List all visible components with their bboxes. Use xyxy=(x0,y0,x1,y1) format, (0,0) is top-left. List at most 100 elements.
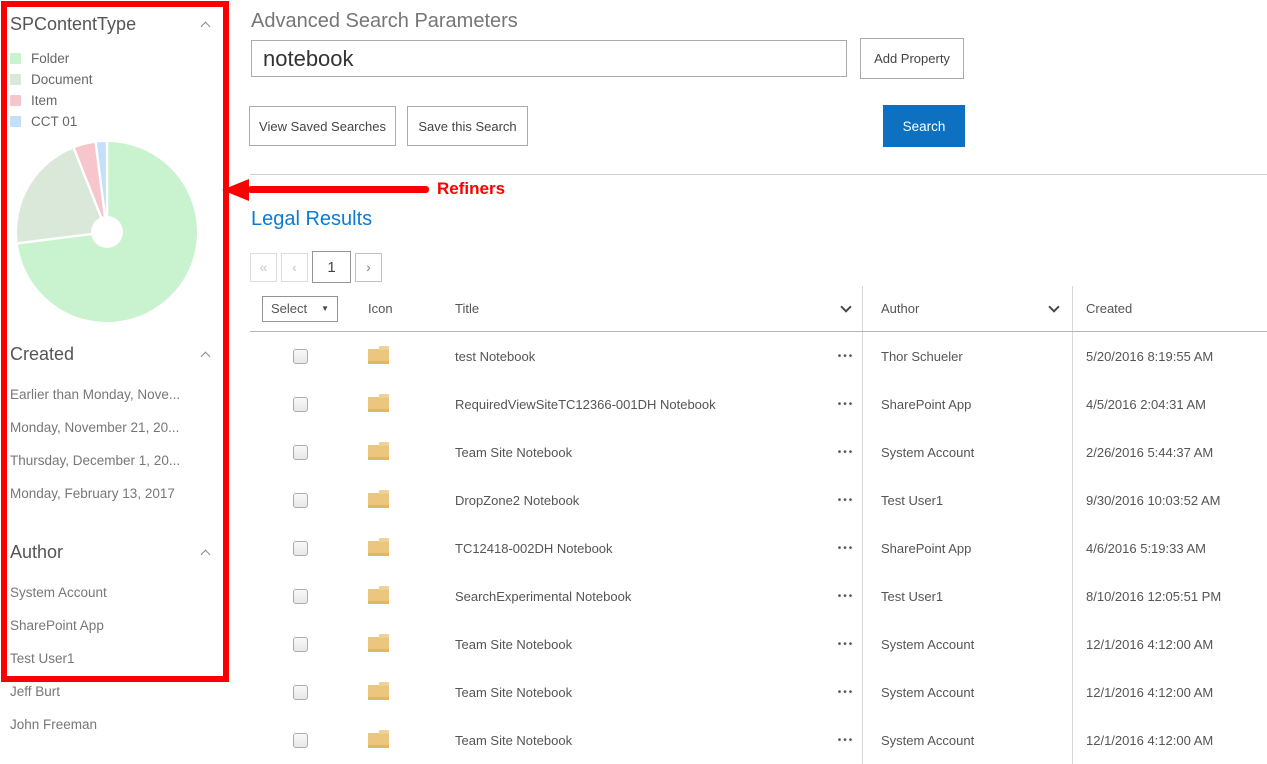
arrow-left-icon xyxy=(222,179,249,201)
folder-icon xyxy=(368,349,389,364)
column-header-created: Created xyxy=(1072,286,1267,331)
refiner-item[interactable]: System Account xyxy=(10,576,220,609)
row-title[interactable]: RequiredViewSiteTC12366-001DH Notebook xyxy=(445,380,830,428)
row-checkbox[interactable] xyxy=(293,349,308,364)
author-sort-chevron-icon[interactable] xyxy=(1048,301,1059,312)
row-author: Test User1 xyxy=(862,572,1072,620)
row-author: System Account xyxy=(862,428,1072,476)
legend-item[interactable]: Item xyxy=(10,90,215,111)
legend-swatch-icon xyxy=(10,95,21,106)
refiner-item[interactable]: Test User1 xyxy=(10,642,220,675)
row-created: 9/30/2016 10:03:52 AM xyxy=(1072,476,1267,524)
folder-icon xyxy=(368,541,389,556)
refiners-panel: SPContentType Folder Document Item CCT 0… xyxy=(0,0,240,756)
row-actions-ellipsis-icon[interactable] xyxy=(838,351,855,362)
legend-item[interactable]: Folder xyxy=(10,48,215,69)
legend-label: Folder xyxy=(31,51,69,66)
refiner-item[interactable]: Monday, November 21, 20... xyxy=(10,411,220,444)
legend-item[interactable]: Document xyxy=(10,69,215,90)
row-actions-ellipsis-icon[interactable] xyxy=(838,639,855,650)
row-actions-ellipsis-icon[interactable] xyxy=(838,447,855,458)
row-checkbox[interactable] xyxy=(293,733,308,748)
refiner-item[interactable]: SharePoint App xyxy=(10,609,220,642)
table-header: Select ▼ Icon Title Author Created xyxy=(250,286,1267,332)
row-author: Test User1 xyxy=(862,476,1072,524)
legend-label: Item xyxy=(31,93,57,108)
refiner-item[interactable]: Earlier than Monday, Nove... xyxy=(10,378,220,411)
legend-swatch-icon xyxy=(10,53,21,64)
prev-page-button[interactable]: ‹ xyxy=(281,253,308,282)
search-button[interactable]: Search xyxy=(883,105,965,147)
row-actions-ellipsis-icon[interactable] xyxy=(838,495,855,506)
next-page-button[interactable]: › xyxy=(355,253,382,282)
select-all-dropdown[interactable]: Select ▼ xyxy=(262,296,338,322)
folder-icon xyxy=(368,493,389,508)
row-title[interactable]: TC12418-002DH Notebook xyxy=(445,524,830,572)
view-saved-searches-button[interactable]: View Saved Searches xyxy=(249,106,396,146)
refiner-item[interactable]: Thursday, December 1, 20... xyxy=(10,444,220,477)
column-header-title: Title xyxy=(445,286,830,331)
pagination: « ‹ 1 › xyxy=(250,251,382,283)
section-divider xyxy=(250,174,1267,175)
row-checkbox[interactable] xyxy=(293,637,308,652)
folder-icon xyxy=(368,637,389,652)
select-all-label: Select xyxy=(271,301,307,316)
column-header-icon: Icon xyxy=(355,286,445,331)
legend-label: Document xyxy=(31,72,93,87)
legend-item[interactable]: CCT 01 xyxy=(10,111,215,132)
donut-hole xyxy=(91,216,123,248)
row-title[interactable]: SearchExperimental Notebook xyxy=(445,572,830,620)
row-checkbox[interactable] xyxy=(293,685,308,700)
refiner-section-title: Author xyxy=(10,542,63,563)
folder-icon xyxy=(368,685,389,700)
table-row: SearchExperimental Notebook Test User1 8… xyxy=(250,572,1267,620)
refiner-item[interactable]: Monday, February 13, 2017 xyxy=(10,477,220,510)
row-actions-ellipsis-icon[interactable] xyxy=(838,687,855,698)
refiner-section: Author System AccountSharePoint AppTest … xyxy=(10,542,220,741)
collapse-chevron-icon[interactable] xyxy=(201,352,211,362)
row-title[interactable]: Team Site Notebook xyxy=(445,428,830,476)
refiner-section-contenttype: SPContentType Folder Document Item CCT 0… xyxy=(10,14,215,132)
table-row: DropZone2 Notebook Test User1 9/30/2016 … xyxy=(250,476,1267,524)
first-page-button[interactable]: « xyxy=(250,253,277,282)
refiner-title-spcontenttype: SPContentType xyxy=(10,14,136,35)
row-actions-ellipsis-icon[interactable] xyxy=(838,735,855,746)
current-page-box[interactable]: 1 xyxy=(312,251,351,283)
folder-icon xyxy=(368,589,389,604)
row-created: 5/20/2016 8:19:55 AM xyxy=(1072,332,1267,380)
add-property-button[interactable]: Add Property xyxy=(860,38,964,79)
row-actions-ellipsis-icon[interactable] xyxy=(838,399,855,410)
row-title[interactable]: Team Site Notebook xyxy=(445,668,830,716)
refiner-item[interactable]: Jeff Burt xyxy=(10,675,220,708)
row-checkbox[interactable] xyxy=(293,589,308,604)
row-checkbox[interactable] xyxy=(293,397,308,412)
row-checkbox[interactable] xyxy=(293,445,308,460)
collapse-chevron-icon[interactable] xyxy=(201,22,211,32)
search-query-input[interactable] xyxy=(251,40,847,77)
refiner-item[interactable]: John Freeman xyxy=(10,708,220,741)
row-checkbox[interactable] xyxy=(293,493,308,508)
row-created: 4/6/2016 5:19:33 AM xyxy=(1072,524,1267,572)
legend-swatch-icon xyxy=(10,74,21,85)
row-title[interactable]: Team Site Notebook xyxy=(445,716,830,764)
row-actions-ellipsis-icon[interactable] xyxy=(838,591,855,602)
row-title[interactable]: test Notebook xyxy=(445,332,830,380)
refiner-section-title: Created xyxy=(10,344,74,365)
legend-swatch-icon xyxy=(10,116,21,127)
table-row: Team Site Notebook System Account 2/26/2… xyxy=(250,428,1267,476)
column-header-author: Author xyxy=(881,301,919,316)
title-sort-chevron-icon[interactable] xyxy=(840,301,851,312)
row-title[interactable]: Team Site Notebook xyxy=(445,620,830,668)
table-row: test Notebook Thor Schueler 5/20/2016 8:… xyxy=(250,332,1267,380)
table-body: test Notebook Thor Schueler 5/20/2016 8:… xyxy=(250,332,1267,764)
row-checkbox[interactable] xyxy=(293,541,308,556)
row-title[interactable]: DropZone2 Notebook xyxy=(445,476,830,524)
content-type-pie-chart[interactable] xyxy=(13,138,201,326)
table-row: TC12418-002DH Notebook SharePoint App 4/… xyxy=(250,524,1267,572)
row-author: System Account xyxy=(862,668,1072,716)
row-actions-ellipsis-icon[interactable] xyxy=(838,543,855,554)
save-this-search-button[interactable]: Save this Search xyxy=(407,106,528,146)
table-row: RequiredViewSiteTC12366-001DH Notebook S… xyxy=(250,380,1267,428)
collapse-chevron-icon[interactable] xyxy=(201,550,211,560)
folder-icon xyxy=(368,733,389,748)
